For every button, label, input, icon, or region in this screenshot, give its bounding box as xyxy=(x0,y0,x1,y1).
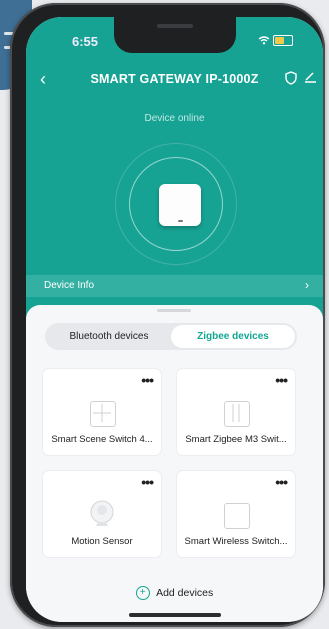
motion-sensor-icon xyxy=(88,499,116,536)
add-devices-label: Add devices xyxy=(156,586,214,599)
app-screen: 6:55 ‹ SMART GATEWAY IP-1000Z Device onl… xyxy=(26,17,323,622)
device-card[interactable]: ••• Smart Scene Switch 4... xyxy=(43,369,161,455)
shield-icon[interactable] xyxy=(285,71,297,90)
home-indicator xyxy=(129,613,221,617)
battery-icon xyxy=(273,34,293,46)
status-icons xyxy=(258,34,293,46)
add-devices-button[interactable]: + Add devices xyxy=(26,586,323,600)
more-options-icon[interactable]: ••• xyxy=(275,474,288,490)
gateway-device-image xyxy=(159,184,201,226)
phone-notch xyxy=(114,17,236,53)
single-switch-icon xyxy=(224,503,250,529)
speaker-grille xyxy=(157,24,193,28)
more-options-icon[interactable]: ••• xyxy=(141,372,154,388)
device-card[interactable]: ••• Smart Zigbee M3 Swit... xyxy=(177,369,295,455)
device-name: Smart Wireless Switch... xyxy=(184,536,288,547)
more-options-icon[interactable]: ••• xyxy=(141,474,154,490)
phone-frame: 6:55 ‹ SMART GATEWAY IP-1000Z Device onl… xyxy=(10,3,325,627)
top-nav: ‹ SMART GATEWAY IP-1000Z xyxy=(26,69,323,91)
tab-bluetooth-devices[interactable]: Bluetooth devices xyxy=(47,325,171,348)
device-name: Motion Sensor xyxy=(71,536,133,547)
status-time: 6:55 xyxy=(72,34,99,49)
device-status: Device online xyxy=(144,113,205,124)
device-name: Smart Scene Switch 4... xyxy=(51,434,153,445)
tab-zigbee-devices[interactable]: Zigbee devices xyxy=(171,325,295,348)
edit-icon[interactable] xyxy=(304,70,317,86)
wifi-icon xyxy=(258,34,273,46)
device-info-bar[interactable]: Device Info › xyxy=(26,275,323,297)
page-title: SMART GATEWAY IP-1000Z xyxy=(90,72,259,86)
sheet-grabber[interactable] xyxy=(157,309,191,312)
three-gang-switch-icon xyxy=(224,401,250,427)
more-options-icon[interactable]: ••• xyxy=(275,372,288,388)
device-name: Smart Zigbee M3 Swit... xyxy=(185,434,287,445)
plus-circle-icon: + xyxy=(135,586,150,600)
device-type-tabs: Bluetooth devices Zigbee devices xyxy=(45,323,297,350)
chevron-right-icon: › xyxy=(305,278,309,292)
device-card[interactable]: ••• Smart Wireless Switch... xyxy=(177,471,295,557)
device-info-label: Device Info xyxy=(44,280,95,291)
four-gang-switch-icon xyxy=(90,401,116,427)
device-card[interactable]: ••• Motion Sensor xyxy=(43,471,161,557)
device-list-panel: Bluetooth devices Zigbee devices ••• Sma… xyxy=(26,305,323,622)
